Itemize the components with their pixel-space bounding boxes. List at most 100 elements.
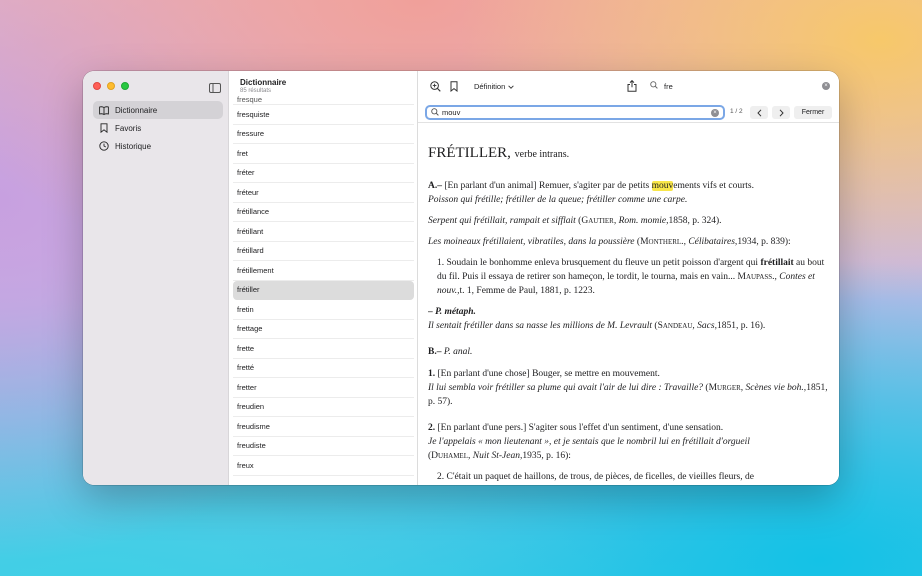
list-item[interactable]: freudisme: [233, 417, 414, 437]
definition-pane: Définition fre × mouv × 1 / 2 Fermer FRÉ…: [418, 71, 839, 485]
toolbar: Définition fre ×: [418, 71, 839, 101]
list-item[interactable]: fret: [233, 144, 414, 164]
word-list-title: Dictionnaire: [240, 78, 287, 87]
zoom-window-button[interactable]: [121, 82, 129, 90]
quotation: Serpent qui frétillait, rampait et siffl…: [428, 216, 722, 226]
search-icon: [431, 107, 440, 118]
sidebar-item-historique[interactable]: Historique: [93, 137, 223, 155]
list-item[interactable]: fresque: [233, 95, 414, 105]
citation-date: t. 1, Femme de Paul, 1881, p. 1223.: [459, 286, 595, 296]
sidebar-item-label: Dictionnaire: [115, 105, 158, 115]
word-list-header: Dictionnaire 85 résultats: [240, 78, 286, 94]
zoom-in-icon[interactable]: [428, 79, 442, 93]
list-item[interactable]: fretin: [233, 300, 414, 320]
quotation-text: Les moineaux frétillaient, vibratiles, d…: [428, 237, 635, 247]
list-item[interactable]: fretté: [233, 359, 414, 378]
citation-keyword: frétillait: [760, 258, 794, 268]
list-item[interactable]: fresquiste: [233, 105, 414, 125]
list-item[interactable]: fréteur: [233, 183, 414, 203]
search-field[interactable]: fre ×: [650, 78, 830, 94]
sense-b1: 1. [En parlant d'une chose] Bouger, se m…: [428, 369, 828, 407]
book-icon: [99, 105, 109, 115]
find-field[interactable]: mouv ×: [425, 105, 725, 120]
clock-icon: [99, 141, 109, 151]
definition-content: FRÉTILLER, verbe intrans. A.– [En parlan…: [428, 143, 831, 483]
sense-label: B.–: [428, 347, 442, 357]
mode-dropdown-label: Définition: [474, 81, 506, 91]
quotation-source: , Sacs,: [692, 321, 717, 331]
sidebar-item-label: Favoris: [115, 123, 142, 133]
quotation-date: 1935, p. 16):: [522, 451, 571, 461]
quotation-date: 1851, p. 16).: [716, 321, 766, 331]
citation-text: 1. Soudain le bonhomme enleva brusquemen…: [437, 258, 761, 268]
sidebar-toggle-icon[interactable]: [209, 80, 221, 93]
bookmark-icon[interactable]: [447, 79, 461, 93]
sense-b: B.– P. anal.: [428, 345, 831, 359]
list-item[interactable]: fressure: [233, 125, 414, 144]
list-item[interactable]: frettage: [233, 320, 414, 339]
find-input[interactable]: mouv: [442, 108, 711, 117]
sense-definition-end: ements vifs et courts.: [673, 181, 754, 191]
list-item[interactable]: freudien: [233, 398, 414, 417]
bookmark-icon: [99, 123, 109, 133]
list-item[interactable]: frétillement: [233, 261, 414, 281]
list-item[interactable]: fréter: [233, 164, 414, 183]
citation-author: Maupass.: [737, 272, 775, 282]
close-find-button[interactable]: Fermer: [794, 106, 832, 119]
sense-definition: [En parlant d'un animal] Remuer, s'agite…: [444, 181, 652, 191]
clear-search-icon[interactable]: ×: [822, 82, 830, 90]
metaphor-sense: – P. métaph. Il sentait frétiller dans s…: [428, 307, 766, 331]
search-highlight: mouv: [651, 181, 674, 191]
close-window-button[interactable]: [93, 82, 101, 90]
example: Poisson qui frétille; frétiller de la qu…: [428, 195, 688, 205]
word-list-panel: Dictionnaire 85 résultats fresque fresqu…: [229, 71, 418, 485]
quotation-author: Gautier: [581, 216, 614, 226]
sense-definition: [En parlant d'une pers.] S'agiter sous l…: [435, 423, 724, 433]
dictionary-window: Dictionnaire Favoris Historique Dictionn…: [83, 71, 839, 485]
minimize-window-button[interactable]: [107, 82, 115, 90]
quotation-author: Duhamel: [431, 451, 468, 461]
list-item[interactable]: freudiste: [233, 437, 414, 456]
quotation-source: , Célibataires,: [683, 237, 738, 247]
sense-b2: 2. [En parlant d'une pers.] S'agiter sou…: [428, 423, 750, 461]
quotation-source: , Nuit St-Jean,: [467, 451, 523, 461]
word-list: fresque fresquiste fressure fret fréter …: [233, 95, 414, 476]
quotation-author: Murger: [708, 383, 741, 393]
find-bar: mouv × 1 / 2 Fermer: [418, 101, 839, 123]
sense-label: A.–: [428, 181, 442, 191]
quotation: Les moineaux frétillaient, vibratiles, d…: [428, 237, 791, 247]
sidebar-item-label: Historique: [115, 141, 152, 151]
chevron-left-icon: [756, 108, 761, 117]
match-count: 1 / 2: [730, 108, 743, 115]
mode-dropdown[interactable]: Définition: [468, 78, 520, 94]
grammar-label: verbe intrans.: [514, 149, 570, 160]
list-item[interactable]: frette: [233, 339, 414, 359]
clear-find-icon[interactable]: ×: [711, 108, 719, 117]
list-item[interactable]: freux: [233, 456, 414, 476]
quotation-text: Je l'appelais « mon lieutenant », et je …: [428, 437, 750, 447]
next-match-button[interactable]: [772, 106, 790, 119]
sense-sublabel: P. anal.: [443, 347, 473, 357]
list-item[interactable]: frétillard: [233, 242, 414, 261]
share-icon[interactable]: [625, 79, 639, 93]
search-icon: [650, 81, 660, 91]
list-item[interactable]: frétillant: [233, 222, 414, 242]
quotation-date: 1858, p. 324).: [668, 216, 722, 226]
headword-line: FRÉTILLER, verbe intrans.: [428, 143, 831, 165]
quotation-date: 1934, p. 839):: [737, 237, 791, 247]
sidebar-item-favoris[interactable]: Favoris: [93, 119, 223, 137]
sense-a: A.– [En parlant d'un animal] Remuer, s'a…: [428, 179, 831, 207]
headword: FRÉTILLER,: [428, 145, 511, 161]
list-item-selected[interactable]: frétiller: [233, 280, 414, 300]
result-count: 85 résultats: [240, 88, 272, 94]
quotation-author: Montherl.: [640, 237, 684, 247]
citation: 2. C'était un paquet de haillons, de tro…: [428, 470, 831, 483]
sidebar-list: Dictionnaire Favoris Historique: [93, 101, 223, 155]
sidebar-item-dictionnaire[interactable]: Dictionnaire: [93, 101, 223, 119]
citation: 1. Soudain le bonhomme enleva brusquemen…: [428, 256, 831, 298]
search-input[interactable]: fre: [664, 82, 822, 91]
quotation-text: Il lui sembla voir frétiller sa plume qu…: [428, 383, 704, 393]
list-item[interactable]: fretter: [233, 378, 414, 398]
list-item[interactable]: frétillance: [233, 203, 414, 222]
previous-match-button[interactable]: [750, 106, 768, 119]
